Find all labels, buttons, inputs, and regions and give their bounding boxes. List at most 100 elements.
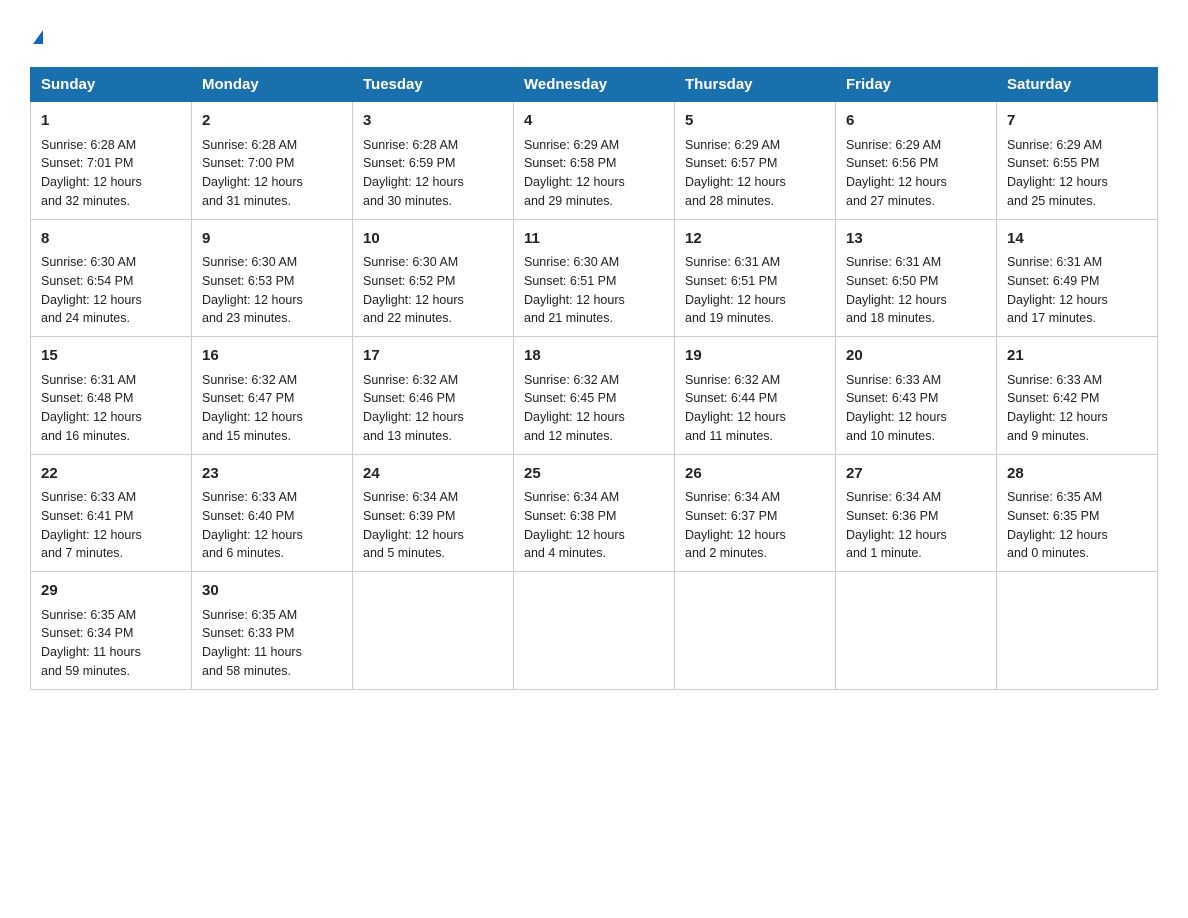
sunrise-text: Sunrise: 6:32 AM xyxy=(685,373,780,387)
page-header xyxy=(30,20,1158,47)
sunset-text: Sunset: 6:35 PM xyxy=(1007,509,1099,523)
daylight-text: Daylight: 12 hours xyxy=(846,528,947,542)
daylight-text: Daylight: 12 hours xyxy=(202,410,303,424)
sunset-text: Sunset: 7:01 PM xyxy=(41,156,133,170)
day-number: 19 xyxy=(685,345,825,368)
day-number: 11 xyxy=(524,228,664,251)
calendar-week-row: 22Sunrise: 6:33 AMSunset: 6:41 PMDayligh… xyxy=(31,454,1158,572)
daylight-minutes-text: and 23 minutes. xyxy=(202,311,291,325)
calendar-week-row: 1 Sunrise: 6:28 AM Sunset: 7:01 PM Daylight… xyxy=(31,102,1158,220)
daylight-minutes-text: and 17 minutes. xyxy=(1007,311,1096,325)
day-number: 5 xyxy=(685,110,825,133)
calendar-cell: 27Sunrise: 6:34 AMSunset: 6:36 PMDayligh… xyxy=(836,454,997,572)
daylight-minutes-text: and 6 minutes. xyxy=(202,546,284,560)
daylight-minutes-text: and 25 minutes. xyxy=(1007,194,1096,208)
calendar-cell xyxy=(353,572,514,690)
sunrise-text: Sunrise: 6:35 AM xyxy=(41,608,136,622)
column-header-wednesday: Wednesday xyxy=(514,68,675,102)
day-number: 6 xyxy=(846,110,986,133)
day-number: 1 xyxy=(41,110,181,133)
day-number: 23 xyxy=(202,463,342,486)
sunrise-text: Sunrise: 6:32 AM xyxy=(363,373,458,387)
sunrise-text: Sunrise: 6:32 AM xyxy=(202,373,297,387)
sunset-text: Sunset: 6:38 PM xyxy=(524,509,616,523)
sunrise-text: Sunrise: 6:29 AM xyxy=(685,138,780,152)
daylight-minutes-text: and 18 minutes. xyxy=(846,311,935,325)
day-number: 24 xyxy=(363,463,503,486)
column-header-monday: Monday xyxy=(192,68,353,102)
daylight-text: Daylight: 12 hours xyxy=(202,528,303,542)
daylight-minutes-text: and 30 minutes. xyxy=(363,194,452,208)
calendar-cell xyxy=(836,572,997,690)
daylight-minutes-text: and 16 minutes. xyxy=(41,429,130,443)
sunset-text: Sunset: 6:54 PM xyxy=(41,274,133,288)
sunrise-text: Sunrise: 6:31 AM xyxy=(41,373,136,387)
sunrise-text: Sunrise: 6:32 AM xyxy=(524,373,619,387)
calendar-cell: 18Sunrise: 6:32 AMSunset: 6:45 PMDayligh… xyxy=(514,337,675,455)
daylight-minutes-text: and 31 minutes. xyxy=(202,194,291,208)
sunrise-text: Sunrise: 6:30 AM xyxy=(202,255,297,269)
daylight-minutes-text: and 10 minutes. xyxy=(846,429,935,443)
calendar-cell: 29Sunrise: 6:35 AMSunset: 6:34 PMDayligh… xyxy=(31,572,192,690)
calendar-week-row: 15Sunrise: 6:31 AMSunset: 6:48 PMDayligh… xyxy=(31,337,1158,455)
daylight-minutes-text: and 7 minutes. xyxy=(41,546,123,560)
daylight-minutes-text: and 2 minutes. xyxy=(685,546,767,560)
sunrise-text: Sunrise: 6:30 AM xyxy=(363,255,458,269)
daylight-minutes-text: and 5 minutes. xyxy=(363,546,445,560)
day-number: 30 xyxy=(202,580,342,603)
sunrise-text: Sunrise: 6:28 AM xyxy=(202,138,297,152)
daylight-minutes-text: and 59 minutes. xyxy=(41,664,130,678)
sunrise-text: Sunrise: 6:33 AM xyxy=(41,490,136,504)
sunset-text: Sunset: 6:36 PM xyxy=(846,509,938,523)
calendar-cell: 9Sunrise: 6:30 AMSunset: 6:53 PMDaylight… xyxy=(192,219,353,337)
calendar-cell: 12Sunrise: 6:31 AMSunset: 6:51 PMDayligh… xyxy=(675,219,836,337)
calendar-cell: 14Sunrise: 6:31 AMSunset: 6:49 PMDayligh… xyxy=(997,219,1158,337)
daylight-minutes-text: and 9 minutes. xyxy=(1007,429,1089,443)
daylight-text: Daylight: 12 hours xyxy=(363,528,464,542)
logo xyxy=(30,20,43,47)
daylight-minutes-text: and 12 minutes. xyxy=(524,429,613,443)
daylight-text: Daylight: 12 hours xyxy=(363,175,464,189)
day-number: 9 xyxy=(202,228,342,251)
calendar-cell: 24Sunrise: 6:34 AMSunset: 6:39 PMDayligh… xyxy=(353,454,514,572)
calendar-week-row: 29Sunrise: 6:35 AMSunset: 6:34 PMDayligh… xyxy=(31,572,1158,690)
daylight-text: Daylight: 12 hours xyxy=(524,528,625,542)
sunset-text: Sunset: 6:49 PM xyxy=(1007,274,1099,288)
daylight-text: Daylight: 12 hours xyxy=(1007,293,1108,307)
calendar-cell: 2Sunrise: 6:28 AMSunset: 7:00 PMDaylight… xyxy=(192,102,353,220)
daylight-text: Daylight: 12 hours xyxy=(363,410,464,424)
calendar-cell: 15Sunrise: 6:31 AMSunset: 6:48 PMDayligh… xyxy=(31,337,192,455)
sunrise-text: Sunrise: 6:31 AM xyxy=(685,255,780,269)
day-number: 22 xyxy=(41,463,181,486)
day-number: 12 xyxy=(685,228,825,251)
sunset-text: Sunset: 6:39 PM xyxy=(363,509,455,523)
sunset-text: Sunset: 6:42 PM xyxy=(1007,391,1099,405)
sunrise-text: Sunrise: 6:33 AM xyxy=(846,373,941,387)
sunrise-text: Sunrise: 6:33 AM xyxy=(202,490,297,504)
daylight-minutes-text: and 19 minutes. xyxy=(685,311,774,325)
daylight-minutes-text: and 4 minutes. xyxy=(524,546,606,560)
day-number: 27 xyxy=(846,463,986,486)
sunset-text: Sunset: 6:53 PM xyxy=(202,274,294,288)
sunrise-text: Sunrise: 6:29 AM xyxy=(524,138,619,152)
calendar-cell: 4Sunrise: 6:29 AMSunset: 6:58 PMDaylight… xyxy=(514,102,675,220)
daylight-text: Daylight: 12 hours xyxy=(685,528,786,542)
daylight-text: Daylight: 12 hours xyxy=(41,410,142,424)
column-header-tuesday: Tuesday xyxy=(353,68,514,102)
daylight-text: Daylight: 12 hours xyxy=(685,293,786,307)
calendar-cell xyxy=(675,572,836,690)
daylight-text: Daylight: 12 hours xyxy=(202,175,303,189)
day-number: 26 xyxy=(685,463,825,486)
daylight-text: Daylight: 11 hours xyxy=(202,645,302,659)
sunset-text: Sunset: 6:34 PM xyxy=(41,626,133,640)
calendar-cell: 13Sunrise: 6:31 AMSunset: 6:50 PMDayligh… xyxy=(836,219,997,337)
sunset-text: Sunset: 6:55 PM xyxy=(1007,156,1099,170)
sunrise-text: Sunrise: 6:31 AM xyxy=(846,255,941,269)
daylight-text: Daylight: 12 hours xyxy=(846,410,947,424)
sunset-text: Sunset: 6:51 PM xyxy=(524,274,616,288)
sunset-text: Sunset: 6:57 PM xyxy=(685,156,777,170)
calendar-cell: 28Sunrise: 6:35 AMSunset: 6:35 PMDayligh… xyxy=(997,454,1158,572)
daylight-text: Daylight: 12 hours xyxy=(685,175,786,189)
calendar-cell: 3Sunrise: 6:28 AMSunset: 6:59 PMDaylight… xyxy=(353,102,514,220)
calendar-cell: 8Sunrise: 6:30 AMSunset: 6:54 PMDaylight… xyxy=(31,219,192,337)
